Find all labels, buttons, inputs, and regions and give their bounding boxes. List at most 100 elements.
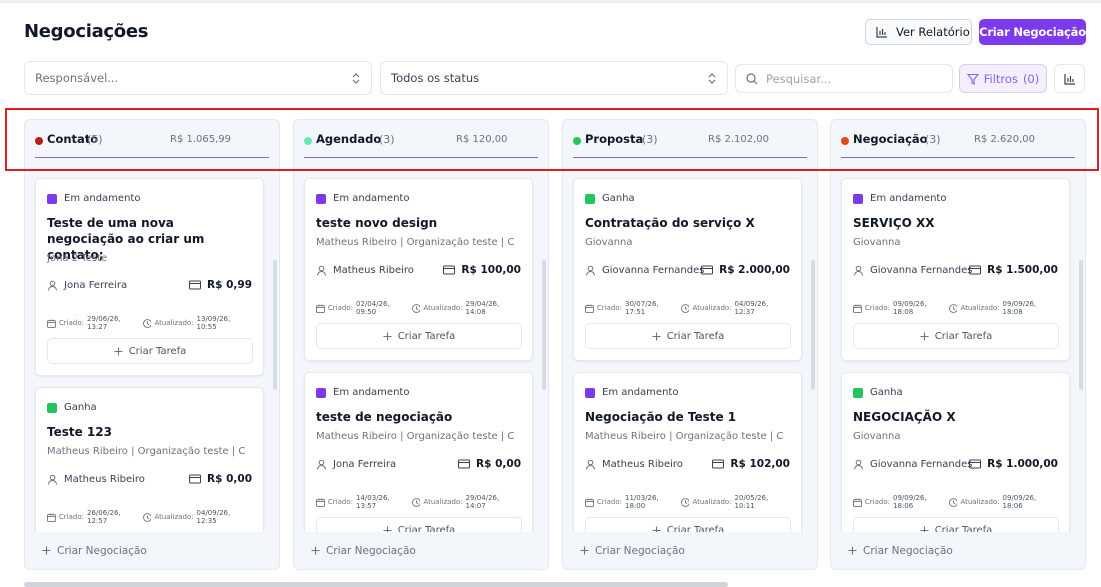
deal-status: Em andamento [47, 193, 140, 204]
created-value: 09/09/26, 18:06 [893, 494, 927, 510]
money-icon [969, 459, 982, 469]
plus-icon [114, 347, 123, 355]
created-date: Criado: 29/06/26, 13:27 [47, 315, 143, 331]
deal-card[interactable]: Em andamento SERVIÇO XX Giovanna Giovanna F… [841, 178, 1070, 361]
created-value: 11/03/26, 18:00 [625, 494, 659, 510]
column-scrollbar[interactable] [1079, 260, 1083, 390]
status-square [585, 193, 595, 204]
created-date: Criado: 02/04/26, 09:50 [316, 300, 412, 316]
column-create-deal-button[interactable]: Criar Negociação [294, 532, 548, 569]
column-proposta: Proposta (3) R$ 2.102,00 Ganha Contratação d… [562, 119, 818, 570]
responsible-placeholder: Responsável... [35, 71, 119, 85]
clock-icon [142, 318, 152, 328]
deal-subtitle: Matheus Ribeiro | Organização teste | C [316, 237, 515, 248]
status-square [853, 193, 863, 204]
money-icon [969, 265, 982, 275]
create-task-button[interactable]: Criar Tarefa [585, 323, 791, 349]
money-icon [189, 474, 202, 484]
updated-value: 04/09/26, 12:37 [734, 300, 769, 316]
clock-icon [680, 303, 690, 313]
deal-subtitle: Matheus Ribeiro | Organização teste | C [47, 446, 246, 457]
deal-status: Ganha [853, 387, 903, 398]
updated-date: Atualizado: 04/09/26, 12:35 [142, 509, 252, 525]
created-date: Criado: 09/09/26, 18:06 [853, 494, 949, 510]
responsible-name: Matheus Ribeiro [602, 459, 683, 470]
deal-card[interactable]: Ganha Contratação do serviço X Giovanna Gio… [573, 178, 802, 361]
deal-value: R$ 102,00 [712, 458, 790, 470]
user-icon [586, 459, 595, 470]
calendar-icon [316, 304, 325, 313]
deal-responsible: Giovanna Fernandes [853, 459, 972, 470]
filter-icon [966, 73, 979, 85]
updated-value: 29/04/26, 14:07 [465, 494, 500, 510]
status-square [316, 387, 326, 398]
updated-date: Atualizado: 29/04/26, 14:08 [411, 300, 521, 316]
updated-value: 13/09/26, 10:55 [196, 315, 231, 331]
user-icon [317, 459, 326, 470]
deal-dates: Criado: 09/09/26, 18:08 Atualizado: 09/09/2… [853, 300, 1058, 316]
chevron-updown-icon [352, 73, 360, 84]
view-report-button[interactable]: Ver Relatório [865, 19, 972, 45]
responsible-name: Giovanna Fernandes [602, 265, 705, 276]
column-negociacao: Negociação (3) R$ 2.620,00 Em andamento SERV… [830, 119, 1086, 570]
user-icon [48, 474, 57, 485]
updated-date: Atualizado: 29/04/26, 14:07 [411, 494, 521, 510]
column-create-deal-button[interactable]: Criar Negociação [563, 532, 817, 569]
column-scrollbar[interactable] [811, 260, 815, 390]
deal-value: R$ 1.000,00 [969, 458, 1058, 470]
deal-value: R$ 0,99 [189, 279, 252, 291]
user-icon [854, 265, 863, 276]
status-square [47, 402, 57, 413]
deal-card[interactable]: Em andamento teste novo design Matheus Rib… [304, 178, 533, 361]
user-icon [854, 459, 863, 470]
deal-dates: Criado: 14/03/26, 13:57 Atualizado: 29/04/2… [316, 494, 521, 510]
create-task-label: Criar Tarefa [397, 330, 456, 342]
created-label: Criado: [327, 304, 354, 312]
updated-value: 04/09/26, 12:35 [196, 509, 231, 525]
user-icon [317, 265, 326, 276]
status-square [585, 387, 595, 398]
search-input[interactable]: Pesquisar... [735, 64, 953, 93]
deal-value: R$ 1.500,00 [969, 264, 1058, 276]
money-icon [189, 280, 202, 290]
deal-value: R$ 100,00 [443, 264, 521, 276]
deal-card[interactable]: Ganha NEGOCIAÇÃO X Giovanna Giovanna Fernan… [841, 372, 1070, 552]
chart-view-button[interactable] [1054, 64, 1085, 93]
chart-icon [1063, 73, 1075, 85]
status-select-value: Todos os status [391, 71, 480, 85]
create-deal-button[interactable]: Criar Negociação [979, 19, 1086, 45]
column-scrollbar[interactable] [542, 260, 546, 390]
plus-icon [42, 546, 51, 555]
money-icon [701, 265, 714, 275]
updated-date: Atualizado: 09/09/26, 18:06 [948, 494, 1058, 510]
create-task-button[interactable]: Criar Tarefa [316, 323, 522, 349]
money-icon [458, 459, 471, 469]
filters-label: Filtros [983, 71, 1018, 86]
user-icon [586, 265, 595, 276]
deal-card[interactable]: Em andamento Teste de uma nova negociação… [35, 178, 264, 376]
deal-dates: Criado: 30/07/26, 17:51 Atualizado: 04/09/2… [585, 300, 790, 316]
created-date: Criado: 09/09/26, 18:08 [853, 300, 949, 316]
deal-card[interactable]: Em andamento Negociação de Teste 1 Matheus… [573, 372, 802, 552]
column-create-deal-button[interactable]: Criar Negociação [25, 532, 279, 569]
created-date: Criado: 14/03/26, 13:57 [316, 494, 412, 510]
money-icon [712, 459, 725, 469]
deal-card[interactable]: Em andamento teste de negociação Matheus R… [304, 372, 533, 552]
filters-button[interactable]: Filtros (0) [959, 64, 1047, 93]
user-icon [48, 280, 57, 291]
responsible-select[interactable]: Responsável... [24, 61, 372, 95]
create-task-button[interactable]: Criar Tarefa [47, 338, 253, 364]
deal-subtitle: Giovanna [585, 237, 633, 248]
column-create-deal-label: Criar Negociação [57, 544, 147, 557]
clock-icon [948, 303, 958, 313]
deal-status: Ganha [47, 402, 97, 413]
calendar-icon [47, 513, 56, 522]
column-create-deal-button[interactable]: Criar Negociação [831, 532, 1085, 569]
deal-subtitle: Matheus Ribeiro | Organização teste | C [585, 431, 784, 442]
create-task-button[interactable]: Criar Tarefa [853, 323, 1059, 349]
deal-title: Contratação do serviço X [585, 216, 755, 230]
column-scrollbar[interactable] [273, 260, 277, 390]
status-select[interactable]: Todos os status [380, 61, 728, 95]
created-label: Criado: [596, 498, 623, 506]
horizontal-scrollbar[interactable] [24, 582, 728, 587]
